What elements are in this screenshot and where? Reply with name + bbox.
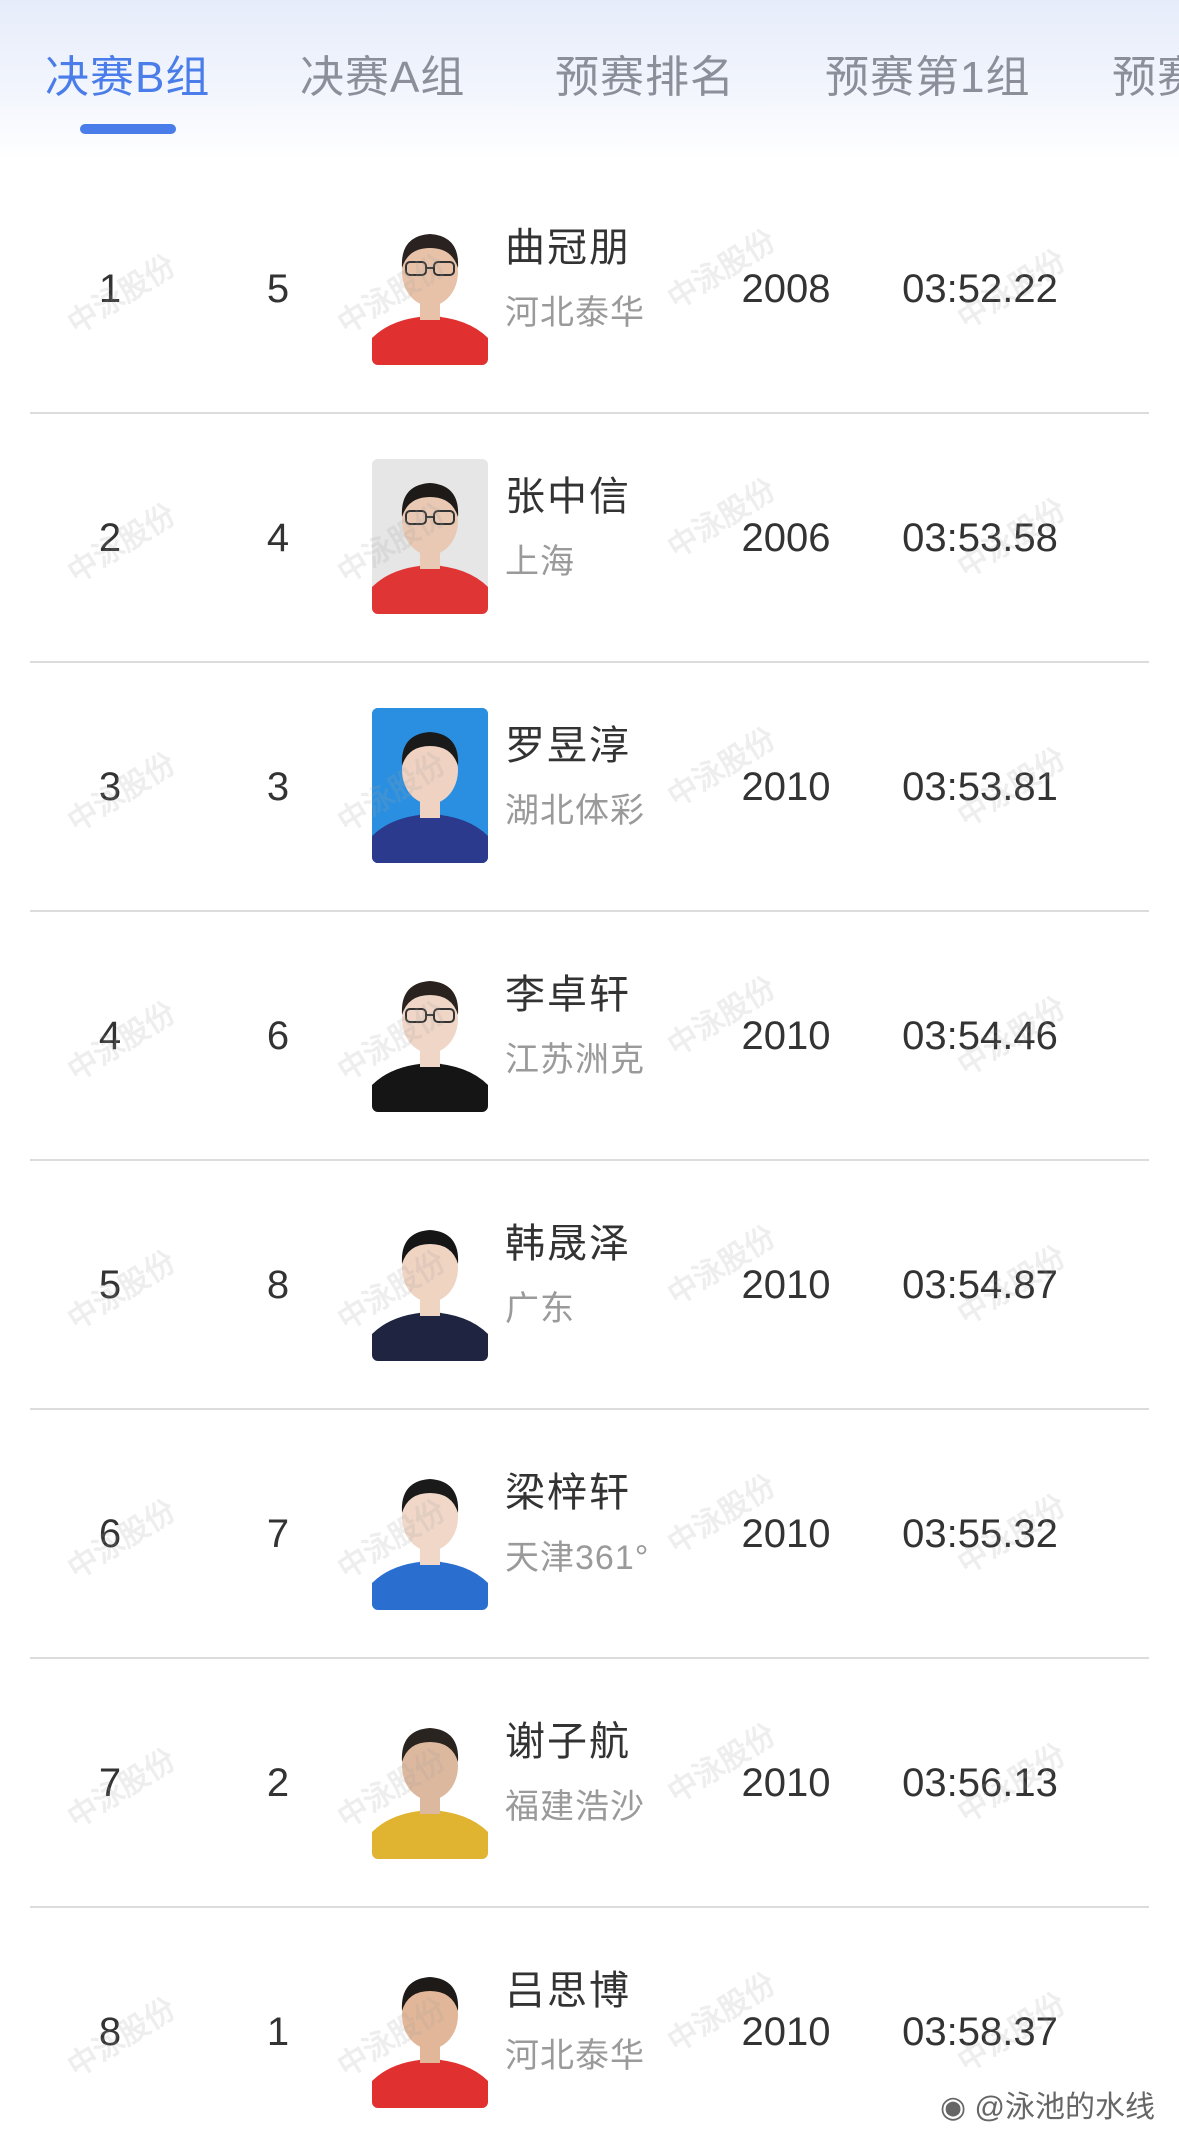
result-row[interactable]: 3 3 罗昱淳 湖北体彩 2010 03:53.81 中泳股份 中泳股份 中泳股… (0, 663, 1179, 912)
result-row[interactable]: 4 6 李卓轩 江苏洲克 2010 03:54.46 中泳股份 中泳股份 中泳股… (0, 912, 1179, 1161)
result-row[interactable]: 6 7 梁梓轩 天津361° 2010 03:55.32 中泳股份 中泳股份 中… (0, 1410, 1179, 1659)
athlete-team: 福建浩沙 (505, 1788, 645, 1826)
result-time: 03:52.22 (902, 267, 1058, 311)
result-row[interactable]: 7 2 谢子航 福建浩沙 2010 03:56.13 中泳股份 中泳股份 中泳股… (0, 1659, 1179, 1908)
athlete-team: 天津361° (505, 1539, 650, 1577)
rank: 8 (98, 2010, 122, 2054)
rank: 7 (98, 1761, 122, 1805)
result-row[interactable]: 5 8 韩晟泽 广东 2010 03:54.87 中泳股份 中泳股份 中泳股份 … (0, 1161, 1179, 1410)
athlete-name: 罗昱淳 (505, 724, 631, 768)
athlete-team: 上海 (505, 543, 575, 581)
athlete-name: 李卓轩 (505, 973, 631, 1017)
athlete-name: 韩晟泽 (505, 1222, 631, 1266)
birth-year: 2010 (741, 1512, 831, 1556)
result-row[interactable]: 2 4 张中信 上海 2006 03:53.58 中泳股份 中泳股份 中泳股份 … (0, 414, 1179, 663)
lane: 2 (266, 1761, 290, 1805)
tab-heat-1[interactable]: 预赛第1组 (825, 48, 1030, 108)
athlete-team: 湖北体彩 (505, 792, 645, 830)
tab-final-b[interactable]: 决赛B组 (45, 48, 210, 108)
rank: 2 (98, 516, 122, 560)
athlete-name: 曲冠朋 (505, 226, 631, 270)
athlete-photo (372, 1953, 488, 2108)
tab-heats-partial[interactable]: 预赛 (1112, 48, 1179, 108)
results-list: 1 5 曲冠朋 河北泰华 2008 03:52.22 中泳股份 中泳股份 中泳股… (0, 165, 1179, 2130)
birth-year: 2010 (741, 765, 831, 809)
rank: 5 (98, 1263, 122, 1307)
lane: 1 (266, 2010, 290, 2054)
tab-bar: 决赛B组 决赛A组 预赛排名 预赛第1组 预赛 (0, 0, 1179, 160)
weibo-credit-text: @泳池的水线 (974, 2091, 1155, 2124)
athlete-team: 河北泰华 (505, 2037, 645, 2075)
lane: 5 (266, 267, 290, 311)
athlete-team: 江苏洲克 (505, 1041, 645, 1079)
athlete-photo (372, 459, 488, 614)
athlete-photo (372, 1206, 488, 1361)
result-row[interactable]: 1 5 曲冠朋 河北泰华 2008 03:52.22 中泳股份 中泳股份 中泳股… (0, 165, 1179, 414)
rank: 3 (98, 765, 122, 809)
weibo-credit: ◉ @泳池的水线 (940, 2082, 1155, 2126)
athlete-name: 谢子航 (505, 1720, 631, 1764)
birth-year: 2010 (741, 2010, 831, 2054)
birth-year: 2010 (741, 1761, 831, 1805)
rank: 1 (98, 267, 122, 311)
athlete-name: 吕思博 (505, 1969, 631, 2013)
lane: 6 (266, 1014, 290, 1058)
athlete-photo (372, 1704, 488, 1859)
athlete-photo (372, 1455, 488, 1610)
athlete-photo (372, 957, 488, 1112)
result-time: 03:54.87 (902, 1263, 1058, 1307)
athlete-name: 张中信 (505, 475, 631, 519)
tab-final-a[interactable]: 决赛A组 (300, 48, 465, 108)
athlete-team: 广东 (505, 1290, 575, 1328)
weibo-icon: ◉ (940, 2091, 967, 2124)
birth-year: 2010 (741, 1014, 831, 1058)
lane: 4 (266, 516, 290, 560)
result-time: 03:53.81 (902, 765, 1058, 809)
tab-heats-ranking[interactable]: 预赛排名 (555, 48, 735, 108)
result-time: 03:54.46 (902, 1014, 1058, 1058)
athlete-photo (372, 210, 488, 365)
athlete-photo (372, 708, 488, 863)
result-time: 03:53.58 (902, 516, 1058, 560)
active-tab-indicator (80, 124, 176, 134)
rank: 6 (98, 1512, 122, 1556)
rank: 4 (98, 1014, 122, 1058)
lane: 7 (266, 1512, 290, 1556)
birth-year: 2006 (741, 516, 831, 560)
result-time: 03:55.32 (902, 1512, 1058, 1556)
lane: 3 (266, 765, 290, 809)
birth-year: 2008 (741, 267, 831, 311)
lane: 8 (266, 1263, 290, 1307)
birth-year: 2010 (741, 1263, 831, 1307)
athlete-name: 梁梓轩 (505, 1471, 631, 1515)
athlete-team: 河北泰华 (505, 294, 645, 332)
result-time: 03:56.13 (902, 1761, 1058, 1805)
